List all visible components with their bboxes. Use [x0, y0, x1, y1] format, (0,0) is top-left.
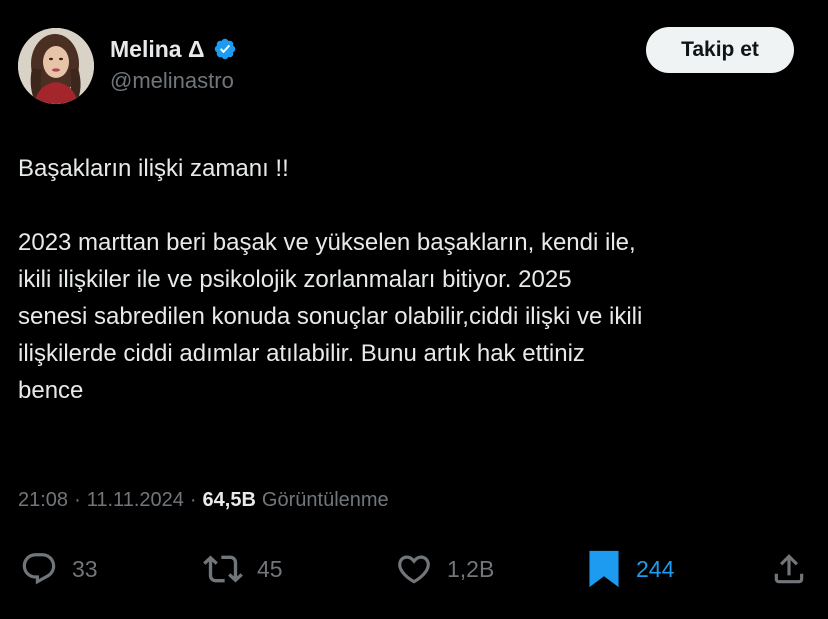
like-count: 1,2B	[447, 555, 495, 582]
action-bar: 33 45 1,2B 244	[0, 545, 828, 593]
like-button[interactable]: 1,2B	[395, 545, 494, 593]
retweet-button[interactable]: 45	[203, 545, 283, 593]
views-label: Görüntülenme	[261, 489, 389, 511]
avatar[interactable]	[18, 28, 94, 104]
tweet-blank-line	[18, 187, 808, 224]
author-handle[interactable]: @melinastro	[110, 68, 234, 94]
reply-button[interactable]: 33	[20, 545, 98, 593]
share-icon	[774, 554, 804, 584]
tweet-card: Melina Δ @melinastro Takip et Başakların…	[0, 0, 828, 619]
heart-icon	[398, 555, 430, 584]
bookmark-button[interactable]: 244	[586, 545, 674, 593]
tweet-line: bence	[18, 377, 84, 404]
meta-separator: ·	[74, 489, 81, 511]
tweet-line: ilişkilerde ciddi adımlar atılabilir. Bu…	[18, 340, 585, 367]
verified-badge-icon	[214, 38, 235, 60]
display-name[interactable]: Melina Δ	[110, 36, 205, 63]
views-count: 64,5B	[202, 489, 256, 511]
bookmark-count: 244	[636, 555, 675, 582]
tweet-time[interactable]: 21:08	[18, 489, 68, 512]
follow-button[interactable]: Takip et	[646, 27, 794, 73]
meta-separator: ·	[189, 489, 197, 511]
reply-icon	[22, 553, 56, 585]
bookmark-filled-icon	[589, 550, 619, 588]
tweet-meta: 21:08 · 11.11.2024 · 64,5B Görüntülenme	[18, 489, 389, 512]
tweet-date[interactable]: 11.11.2024	[87, 489, 184, 512]
tweet-line: senesi sabredilen konuda sonuçlar olabil…	[18, 303, 643, 330]
retweet-icon	[203, 555, 243, 583]
tweet-text: Başakların ilişki zamanı !! 2023 marttan…	[18, 150, 808, 409]
share-button[interactable]	[770, 545, 808, 593]
retweet-count: 45	[257, 555, 283, 582]
reply-count: 33	[72, 555, 98, 582]
tweet-line: 2023 marttan beri başak ve yükselen başa…	[18, 229, 636, 256]
tweet-line: ikili ilişkiler ile ve psikolojik zorlan…	[18, 266, 572, 293]
tweet-line: Başakların ilişki zamanı !!	[18, 155, 289, 182]
author-name-row[interactable]: Melina Δ	[110, 34, 237, 64]
avatar-image	[18, 28, 94, 104]
